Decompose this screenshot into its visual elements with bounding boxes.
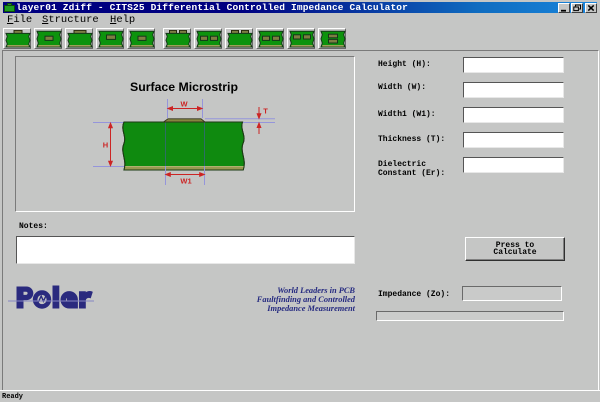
svg-text:H: H [103, 141, 108, 150]
svg-text:W1: W1 [180, 177, 191, 186]
svg-text:W: W [180, 100, 188, 109]
svg-text:T: T [263, 107, 268, 116]
